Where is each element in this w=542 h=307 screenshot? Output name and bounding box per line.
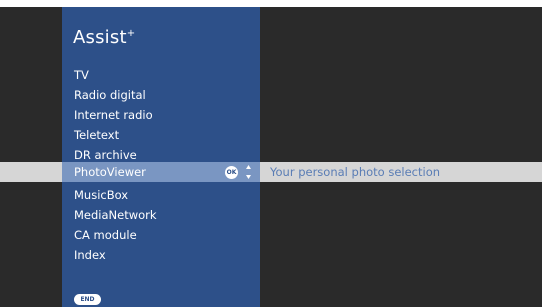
menu-item-teletext[interactable]: Teletext bbox=[62, 125, 260, 145]
menu-item-index[interactable]: Index bbox=[62, 245, 260, 265]
selected-menu-item-label: PhotoViewer bbox=[74, 165, 146, 179]
menu-item-musicbox[interactable]: MusicBox bbox=[62, 185, 260, 205]
menu-title-text: Assist bbox=[73, 27, 127, 48]
menu-title: Assist+ bbox=[73, 27, 135, 48]
end-button-icon[interactable]: END bbox=[74, 294, 101, 305]
menu-item-internet-radio[interactable]: Internet radio bbox=[62, 105, 260, 125]
up-down-arrows-icon bbox=[246, 165, 251, 179]
assist-menu-panel: Assist+ TV Radio digital Internet radio … bbox=[62, 7, 260, 307]
selected-item-description: Your personal photo selection bbox=[270, 165, 441, 179]
ok-button-icon[interactable]: OK bbox=[225, 166, 238, 179]
menu-item-radio-digital[interactable]: Radio digital bbox=[62, 85, 260, 105]
tv-screen: Assist+ TV Radio digital Internet radio … bbox=[0, 7, 542, 307]
menu-title-superscript: + bbox=[126, 28, 136, 39]
menu-item-ca-module[interactable]: CA module bbox=[62, 225, 260, 245]
menu-item-tv[interactable]: TV bbox=[62, 65, 260, 85]
menu-item-medianetwork[interactable]: MediaNetwork bbox=[62, 205, 260, 225]
